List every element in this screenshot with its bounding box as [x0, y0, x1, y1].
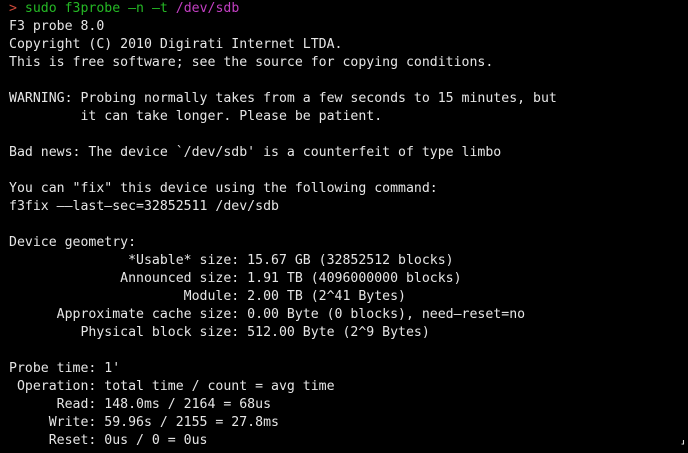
prompt-arrow-icon: > — [9, 1, 17, 16]
timing-write: Write: 59.96s / 2155 = 27.8ms — [9, 415, 279, 430]
geometry-module: Module: 2.00 TB (2^41 Bytes) — [9, 289, 406, 304]
fix-command-line: f3fix ––last–sec=32852511 /dev/sdb — [9, 199, 279, 214]
warning-line-1: WARNING: Probing normally takes from a f… — [9, 91, 557, 106]
geometry-title: Device geometry: — [9, 235, 137, 250]
geometry-announced-size: Announced size: 1.91 TB (4096000000 bloc… — [9, 271, 462, 286]
bad-news-line: Bad news: The device `/dev/sdb' is a cou… — [9, 145, 502, 160]
command-text: sudo f3probe –n –t — [24, 1, 168, 16]
text-cursor-icon: ⸥ — [680, 432, 685, 446]
fix-intro-line: You can "fix" this device using the foll… — [9, 181, 438, 196]
timing-header: Operation: total time / count = avg time — [9, 379, 335, 394]
geometry-usable-size: *Usable* size: 15.67 GB (32852512 blocks… — [9, 253, 454, 268]
probe-time-line: Probe time: 1' — [9, 361, 121, 376]
timing-read: Read: 148.0ms / 2164 = 68us — [9, 397, 272, 412]
version-line: F3 probe 8.0 — [9, 19, 105, 34]
license-line: This is free software; see the source fo… — [9, 55, 494, 70]
terminal-window[interactable]: > sudo f3probe –n –t /dev/sdb F3 probe 8… — [0, 0, 688, 453]
warning-line-2: it can take longer. Please be patient. — [9, 109, 383, 124]
timing-reset: Reset: 0us / 0 = 0us — [9, 433, 208, 448]
command-prompt-line: > sudo f3probe –n –t /dev/sdb — [9, 0, 688, 18]
copyright-line: Copyright (C) 2010 Digirati Internet LTD… — [9, 37, 343, 52]
command-path: /dev/sdb — [175, 1, 240, 16]
geometry-cache-size: Approximate cache size: 0.00 Byte (0 blo… — [9, 307, 526, 322]
geometry-block-size: Physical block size: 512.00 Byte (2^9 By… — [9, 325, 430, 340]
